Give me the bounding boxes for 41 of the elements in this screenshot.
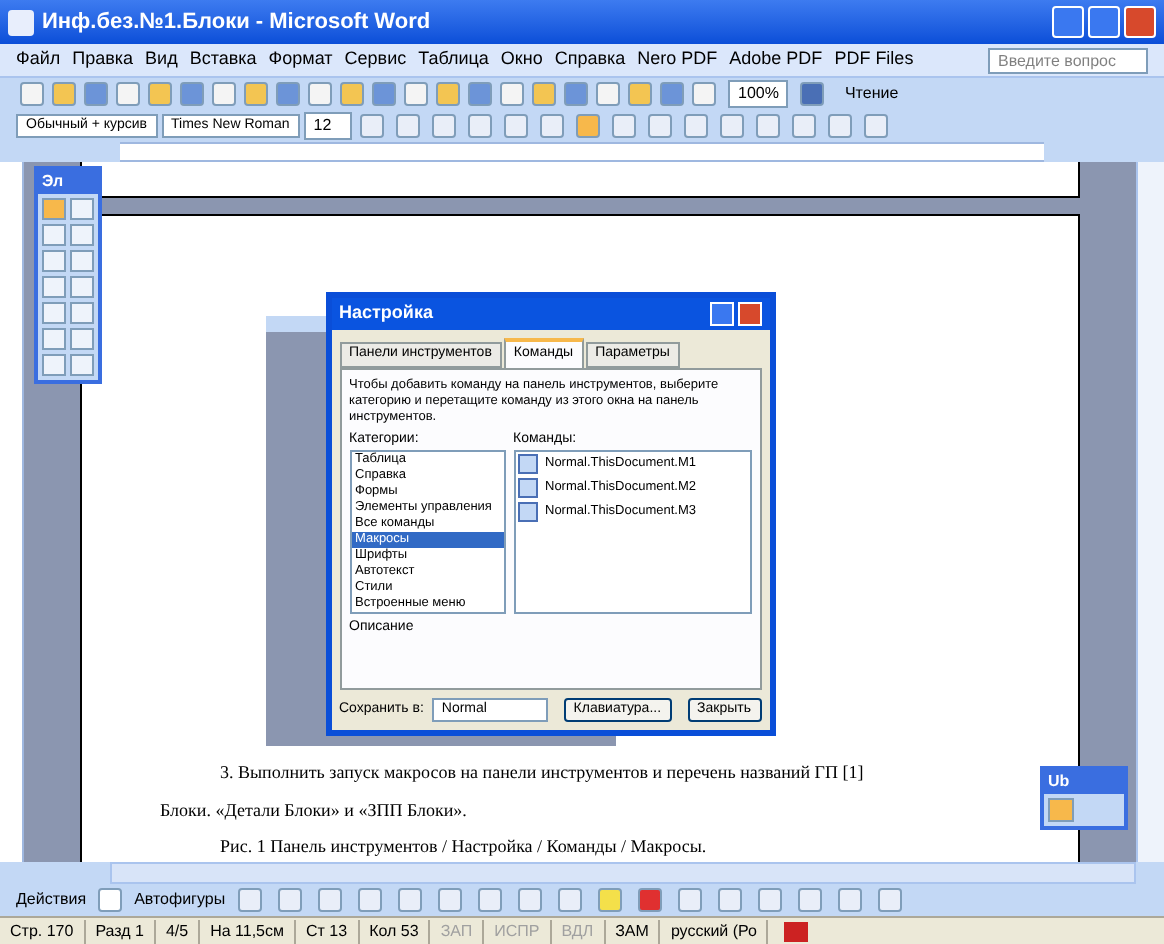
menu-item[interactable]: Вставка: [189, 46, 257, 74]
status-item: ЗАП: [430, 919, 485, 943]
menu-item[interactable]: Nero PDF: [637, 46, 718, 74]
autoshapes-button[interactable]: Автофигуры: [134, 888, 226, 912]
help-button[interactable]: [709, 302, 733, 326]
status-item: Разд 1: [85, 919, 156, 943]
menu-item[interactable]: Сервис: [344, 46, 407, 74]
paragraph: Рис. 1 Панель инструментов / Настройка / Команды / Макросы.: [218, 834, 709, 860]
menu-item[interactable]: Файл: [16, 46, 61, 74]
paragraph: 3. Выполнить запуск макросов на панели инструментов и перечень названий ГП [1]: [218, 760, 866, 786]
toolbar-title: Ub: [1044, 770, 1124, 794]
minimize-button[interactable]: [1052, 6, 1084, 38]
status-item: Ст 13: [296, 919, 360, 943]
menu-item[interactable]: Окно: [500, 46, 543, 74]
status-item: Стр. 170: [0, 919, 86, 943]
status-item: На 11,5см: [200, 919, 297, 943]
menu-item[interactable]: PDF Files: [834, 46, 914, 74]
menu-item[interactable]: Формат: [268, 46, 333, 74]
close-button[interactable]: [737, 302, 761, 326]
dialog-title: Настройка: [339, 300, 435, 327]
toolbar-title: Эл: [38, 170, 98, 194]
draw-actions-button[interactable]: Действия: [16, 888, 87, 912]
menu-item[interactable]: Справка: [554, 46, 626, 74]
menu-item[interactable]: Правка: [72, 46, 134, 74]
status-item: ВДЛ: [551, 919, 606, 943]
font-size-field[interactable]: 12: [303, 112, 352, 140]
menu-item[interactable]: Adobe PDF: [729, 46, 823, 74]
close-button[interactable]: [1124, 6, 1156, 38]
menu-item[interactable]: Вид: [145, 46, 178, 74]
status-item: 4/5: [155, 919, 201, 943]
status-item: русский (Ро: [660, 919, 769, 943]
window-title: Инф.без.№1.Блоки - Microsoft Word: [42, 7, 433, 38]
read-button[interactable]: Чтение: [836, 82, 907, 106]
help-search-field[interactable]: Введите вопрос: [988, 47, 1148, 73]
status-item: Кол 53: [359, 919, 431, 943]
status-item: ИСПР: [484, 919, 552, 943]
menu-item[interactable]: Таблица: [418, 46, 489, 74]
status-item: ЗАМ: [605, 919, 661, 943]
zoom-field[interactable]: 100%: [728, 80, 789, 108]
paragraph: Блоки. «Детали Блоки» и «ЗПП Блоки».: [160, 797, 469, 824]
restore-button[interactable]: [1088, 6, 1120, 38]
